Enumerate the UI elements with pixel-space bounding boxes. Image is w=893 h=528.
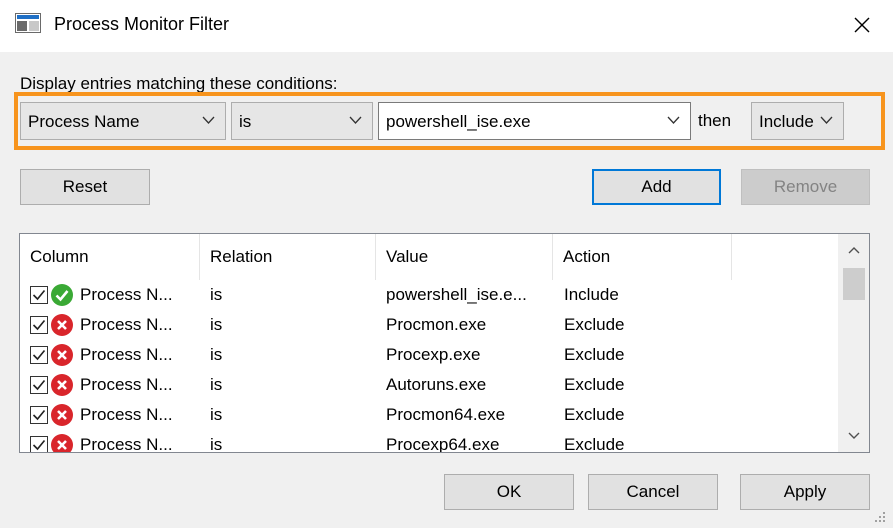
row-value: Procexp.exe [386, 345, 481, 364]
row-action: Include [564, 285, 619, 304]
exclude-icon [51, 434, 73, 452]
row-value: powershell_ise.e... [386, 285, 527, 304]
row-column: Process N... [80, 285, 173, 304]
action-select[interactable]: Include [751, 102, 844, 140]
exclude-icon [51, 374, 73, 396]
table-row[interactable]: Process N... is Procexp.exe Exclude [20, 340, 840, 370]
value-combo[interactable]: powershell_ise.exe [378, 102, 691, 140]
row-column: Process N... [80, 315, 173, 334]
checkbox-checked-icon[interactable] [30, 286, 48, 304]
scroll-up-icon[interactable] [838, 234, 870, 268]
column-select-value: Process Name [28, 112, 140, 131]
conditions-caption: Display entries matching these condition… [20, 74, 338, 93]
ok-button[interactable]: OK [444, 474, 574, 510]
filter-list[interactable]: Column Relation Value Action Process N..… [19, 233, 870, 453]
window-title: Process Monitor Filter [54, 14, 230, 34]
chevron-down-icon [667, 116, 680, 124]
chevron-down-icon [820, 116, 833, 124]
apply-button[interactable]: Apply [740, 474, 870, 510]
list-header: Column Relation Value Action [20, 234, 840, 280]
header-relation[interactable]: Relation [200, 234, 376, 280]
checkbox-checked-icon[interactable] [30, 436, 48, 453]
row-relation: is [210, 405, 223, 424]
row-value: Procmon.exe [386, 315, 487, 334]
row-relation: is [210, 375, 223, 394]
include-icon [51, 284, 73, 306]
table-row[interactable]: Process N... is Autoruns.exe Exclude [20, 370, 840, 400]
row-action: Exclude [564, 405, 625, 424]
action-select-value: Include [759, 112, 814, 131]
chevron-down-icon [349, 116, 362, 124]
procmon-app-icon [15, 13, 41, 33]
row-action: Exclude [564, 375, 625, 394]
resize-grip-icon[interactable] [868, 505, 888, 525]
exclude-icon [51, 404, 73, 426]
header-action[interactable]: Action [553, 234, 732, 280]
row-action: Exclude [564, 315, 625, 334]
relation-select-value: is [239, 112, 252, 131]
vertical-scrollbar[interactable] [838, 234, 870, 452]
table-row[interactable]: Process N... is powershell_ise.e... Incl… [20, 280, 840, 310]
row-column: Process N... [80, 375, 173, 394]
row-relation: is [210, 315, 223, 334]
header-value[interactable]: Value [376, 234, 553, 280]
table-row[interactable]: Process N... is Procexp64.exe Exclude [20, 430, 840, 453]
scrollbar-thumb[interactable] [843, 268, 865, 300]
value-combo-text: powershell_ise.exe [386, 112, 531, 131]
reset-button[interactable]: Reset [20, 169, 150, 205]
close-icon[interactable] [842, 8, 882, 42]
checkbox-checked-icon[interactable] [30, 346, 48, 364]
row-action: Exclude [564, 435, 625, 453]
title-bar: Process Monitor Filter [0, 0, 893, 52]
exclude-icon [51, 314, 73, 336]
row-column: Process N... [80, 435, 173, 453]
row-value: Autoruns.exe [386, 375, 487, 394]
row-relation: is [210, 435, 223, 453]
column-select[interactable]: Process Name [20, 102, 226, 140]
checkbox-checked-icon[interactable] [30, 316, 48, 334]
remove-button[interactable]: Remove [741, 169, 870, 205]
row-action: Exclude [564, 345, 625, 364]
chevron-down-icon [202, 116, 215, 124]
row-value: Procexp64.exe [386, 435, 500, 453]
add-button[interactable]: Add [592, 169, 721, 205]
row-value: Procmon64.exe [386, 405, 506, 424]
row-relation: is [210, 345, 223, 364]
header-blank [732, 234, 840, 280]
relation-select[interactable]: is [231, 102, 373, 140]
table-row[interactable]: Process N... is Procmon.exe Exclude [20, 310, 840, 340]
row-column: Process N... [80, 345, 173, 364]
then-label: then [698, 111, 732, 130]
exclude-icon [51, 344, 73, 366]
table-row[interactable]: Process N... is Procmon64.exe Exclude [20, 400, 840, 430]
cancel-button[interactable]: Cancel [588, 474, 718, 510]
row-column: Process N... [80, 405, 173, 424]
row-relation: is [210, 285, 223, 304]
checkbox-checked-icon[interactable] [30, 406, 48, 424]
scroll-down-icon[interactable] [838, 418, 870, 452]
checkbox-checked-icon[interactable] [30, 376, 48, 394]
header-column[interactable]: Column [20, 234, 200, 280]
